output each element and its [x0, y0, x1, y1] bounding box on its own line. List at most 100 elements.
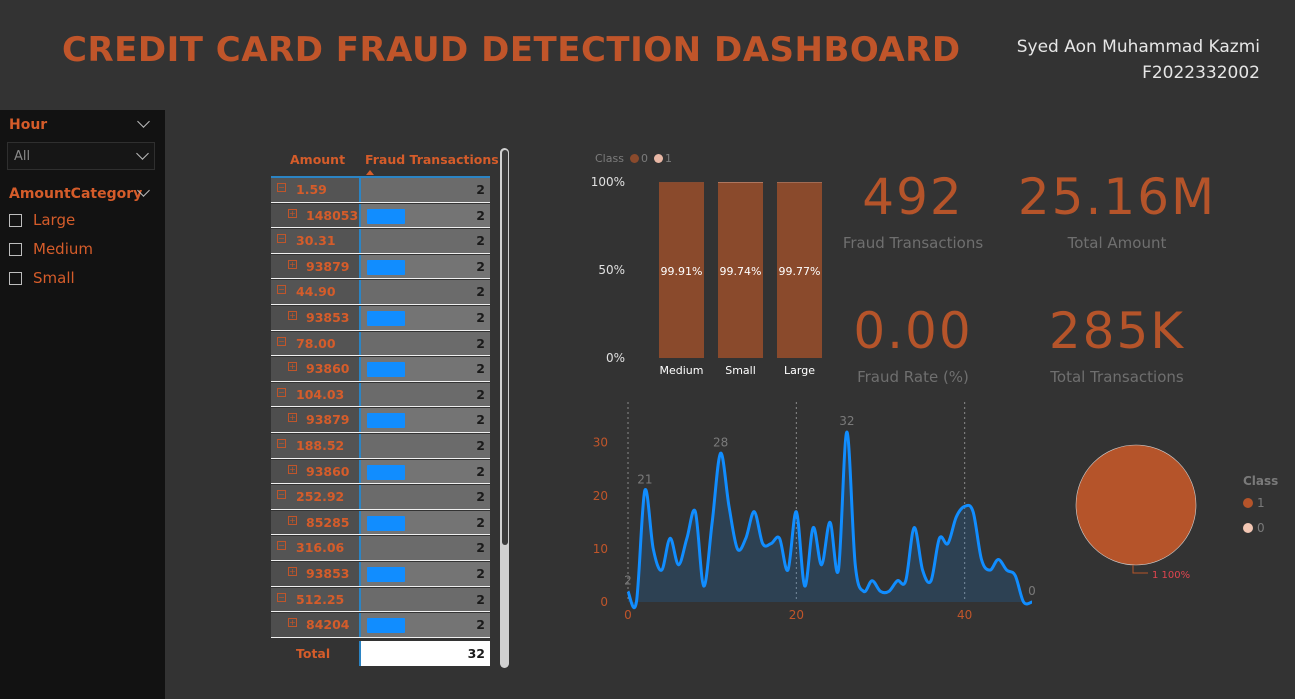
line-point[interactable]	[879, 590, 882, 593]
line-point[interactable]	[930, 579, 933, 582]
line-point[interactable]	[938, 537, 941, 540]
table-row[interactable]: − 188.52 2	[271, 434, 490, 459]
expand-icon[interactable]: +	[288, 208, 297, 218]
collapse-icon[interactable]: −	[277, 439, 286, 448]
line-point[interactable]	[1022, 601, 1025, 604]
line-point[interactable]	[669, 537, 672, 540]
pie-legend-item-0[interactable]: 0	[1243, 521, 1265, 535]
checkbox[interactable]	[9, 242, 22, 256]
table-row[interactable]: +93853 2	[271, 306, 490, 331]
line-point[interactable]	[770, 542, 773, 545]
legend-item-0[interactable]: 0	[641, 152, 648, 165]
line-point[interactable]	[1031, 601, 1034, 604]
collapse-icon[interactable]: −	[277, 490, 286, 500]
line-point[interactable]	[719, 452, 722, 455]
column-header-fraud-transactions[interactable]: Fraud Transactions	[365, 152, 499, 167]
table-row[interactable]: +93879 2	[271, 254, 490, 280]
table-row[interactable]: −44.90 2	[271, 280, 490, 305]
hour-dropdown[interactable]: All	[7, 142, 155, 170]
table-row[interactable]: −512.25 2	[271, 587, 490, 613]
collapse-icon[interactable]: −	[277, 387, 286, 397]
line-point[interactable]	[862, 590, 865, 593]
table-row[interactable]: +93879 2	[271, 408, 490, 433]
table-row[interactable]: −30.31 2	[271, 229, 490, 254]
checkbox[interactable]	[9, 271, 22, 285]
checkbox[interactable]	[9, 213, 22, 227]
line-point[interactable]	[702, 585, 705, 588]
expand-icon[interactable]: +	[288, 515, 297, 525]
expand-icon[interactable]: +	[288, 362, 297, 372]
table-row[interactable]: +93860 2	[271, 459, 490, 485]
line-point[interactable]	[820, 563, 823, 566]
table-row[interactable]: − 1.59 2	[271, 178, 490, 203]
expand-icon[interactable]: +	[288, 259, 297, 269]
line-point[interactable]	[744, 537, 747, 540]
pie-slice-class-1[interactable]	[1075, 444, 1197, 566]
table-row[interactable]: −252.92 2	[271, 485, 490, 510]
line-point[interactable]	[736, 547, 739, 550]
line-point[interactable]	[972, 510, 975, 513]
table-row[interactable]: +148053 2	[271, 203, 490, 229]
table-row[interactable]: +93853 2	[271, 562, 490, 587]
line-point[interactable]	[837, 569, 840, 572]
line-point[interactable]	[643, 489, 646, 492]
table-row[interactable]: +85285 2	[271, 510, 490, 536]
line-point[interactable]	[761, 542, 764, 545]
table-row[interactable]: +93860 2	[271, 357, 490, 382]
table-row[interactable]: −104.03 2	[271, 382, 490, 408]
line-point[interactable]	[753, 510, 756, 513]
scrollbar-thumb[interactable]	[501, 150, 508, 545]
expand-icon[interactable]: +	[288, 311, 297, 320]
line-point[interactable]	[677, 563, 680, 566]
collapse-icon[interactable]: −	[277, 336, 286, 346]
line-point[interactable]	[921, 569, 924, 572]
line-point[interactable]	[913, 526, 916, 529]
line-point[interactable]	[997, 558, 1000, 561]
line-point[interactable]	[955, 516, 958, 519]
slicer-option-small[interactable]: Small	[9, 267, 75, 289]
line-point[interactable]	[1014, 574, 1017, 577]
line-point[interactable]	[946, 542, 949, 545]
collapse-icon[interactable]: −	[277, 183, 286, 192]
line-point[interactable]	[1005, 569, 1008, 572]
line-point[interactable]	[660, 569, 663, 572]
collapse-icon[interactable]: −	[277, 541, 286, 551]
line-point[interactable]	[627, 590, 630, 593]
line-point[interactable]	[904, 579, 907, 582]
line-point[interactable]	[845, 431, 848, 434]
expand-icon[interactable]: +	[288, 567, 297, 576]
line-point[interactable]	[980, 558, 983, 561]
slicer-option-medium[interactable]: Medium	[9, 238, 93, 260]
sort-ascending-icon[interactable]	[366, 170, 374, 175]
line-point[interactable]	[963, 505, 966, 508]
pie-legend-item-1[interactable]: 1	[1243, 496, 1265, 510]
line-point[interactable]	[694, 510, 697, 513]
line-point[interactable]	[635, 601, 638, 604]
table-row[interactable]: −316.06 2	[271, 536, 490, 561]
line-point[interactable]	[786, 569, 789, 572]
collapse-icon[interactable]: −	[277, 285, 286, 295]
line-point[interactable]	[829, 521, 832, 524]
line-point[interactable]	[803, 585, 806, 588]
line-point[interactable]	[887, 590, 890, 593]
column-header-amount[interactable]: Amount	[290, 152, 345, 167]
line-point[interactable]	[988, 569, 991, 572]
expand-icon[interactable]: +	[288, 618, 297, 628]
table-row[interactable]: +84204 2	[271, 613, 490, 638]
matrix-scrollbar[interactable]	[500, 148, 509, 668]
expand-icon[interactable]: +	[288, 464, 297, 474]
legend-item-1[interactable]: 1	[665, 152, 672, 165]
line-point[interactable]	[812, 526, 815, 529]
line-point[interactable]	[871, 579, 874, 582]
line-point[interactable]	[896, 579, 899, 582]
line-point[interactable]	[711, 521, 714, 524]
table-row[interactable]: −78.00 2	[271, 331, 490, 357]
line-point[interactable]	[854, 563, 857, 566]
line-point[interactable]	[685, 537, 688, 540]
collapse-icon[interactable]: −	[277, 592, 286, 602]
collapse-icon[interactable]: −	[277, 234, 286, 244]
slicer-option-large[interactable]: Large	[9, 209, 75, 231]
line-point[interactable]	[795, 510, 798, 513]
line-point[interactable]	[652, 547, 655, 550]
line-point[interactable]	[728, 505, 731, 508]
